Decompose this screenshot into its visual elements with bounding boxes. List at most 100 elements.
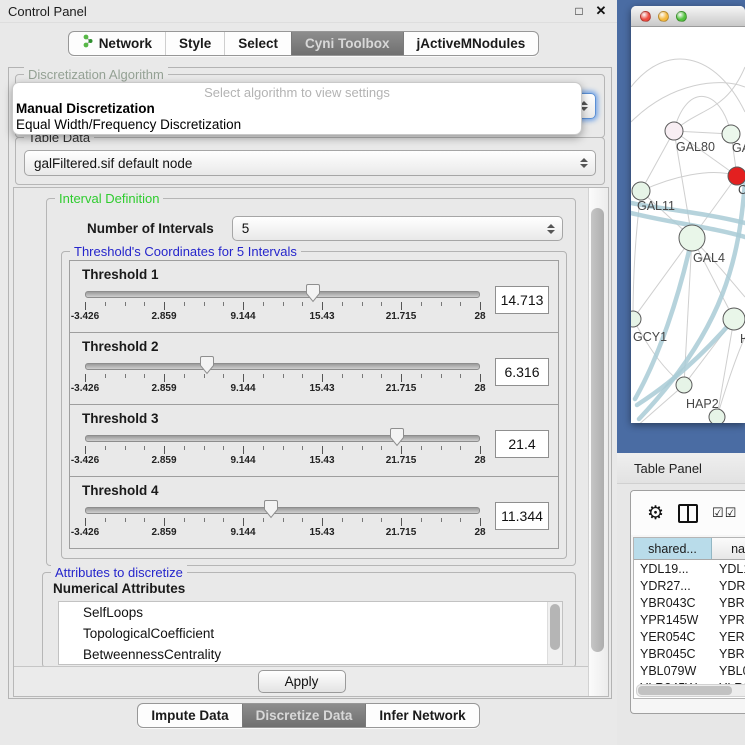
- node-label-c[interactable]: C: [738, 183, 745, 197]
- node-H[interactable]: [723, 308, 745, 330]
- cell-name[interactable]: YBL0: [712, 664, 745, 678]
- dropdown-option-equal-width-frequency-discretization[interactable]: Equal Width/Frequency Discretization: [13, 117, 581, 133]
- cell-shared-name[interactable]: YBL079W: [634, 664, 712, 678]
- settings-scrollbar-thumb[interactable]: [591, 208, 604, 652]
- column-layout-icon[interactable]: [678, 504, 698, 523]
- table-row[interactable]: YBR045CYBR0: [634, 645, 745, 662]
- table-data-group: Table Data galFiltered.sif default node: [15, 137, 605, 185]
- threshold-slider[interactable]: -3.4262.8599.14415.4321.71528: [85, 427, 480, 469]
- number-of-intervals-combobox[interactable]: 5: [232, 216, 563, 241]
- table-row[interactable]: YPR145WYPR1: [634, 611, 745, 628]
- node-GAL4[interactable]: [679, 225, 705, 251]
- cell-shared-name[interactable]: YDL19...: [634, 562, 712, 576]
- slider-thumb[interactable]: [389, 427, 405, 450]
- cell-name[interactable]: YBR0: [712, 596, 745, 610]
- tick-major: [322, 302, 323, 310]
- tick-minor: [421, 302, 422, 306]
- cell-shared-name[interactable]: YBR043C: [634, 596, 712, 610]
- node-label-gal4[interactable]: GAL4: [693, 251, 725, 265]
- cell-name[interactable]: YER0: [712, 630, 745, 644]
- slider-thumb[interactable]: [199, 355, 215, 378]
- tick-major: [85, 446, 86, 454]
- attribute-item-selfloops[interactable]: SelfLoops: [59, 602, 562, 623]
- node-GAL11[interactable]: [632, 182, 650, 200]
- table-row[interactable]: YBL079WYBL0: [634, 662, 745, 679]
- node-label-hap2[interactable]: HAP2: [686, 397, 719, 411]
- cell-name[interactable]: YPR1: [712, 613, 745, 627]
- bottom-tab-infer-network[interactable]: Infer Network: [365, 704, 478, 727]
- tick-minor: [302, 518, 303, 522]
- node-table: shared...na YDL19...YDL1YDR27...YDR2YBR0…: [633, 537, 745, 699]
- table-data-combobox[interactable]: galFiltered.sif default node: [24, 150, 596, 176]
- node-GAL80[interactable]: [665, 122, 683, 140]
- dropdown-option-manual-discretization[interactable]: Manual Discretization: [13, 101, 581, 117]
- mac-close-icon[interactable]: [640, 11, 651, 22]
- node-HAP2[interactable]: [676, 377, 692, 393]
- slider-thumb[interactable]: [263, 499, 279, 522]
- bottom-tab-control: Impute DataDiscretize DataInfer Network: [137, 703, 479, 728]
- attribute-item-betweennesscentrality[interactable]: BetweennessCentrality: [59, 644, 562, 665]
- threshold-slider[interactable]: -3.4262.8599.14415.4321.71528: [85, 499, 480, 541]
- tab-style[interactable]: Style: [165, 32, 224, 55]
- threshold-value-field[interactable]: 6.316: [495, 358, 549, 386]
- gear-icon[interactable]: ⚙: [647, 504, 664, 523]
- table-hscrollbar-thumb[interactable]: [638, 686, 732, 695]
- cell-shared-name[interactable]: YBR045C: [634, 647, 712, 661]
- tick-minor: [460, 446, 461, 450]
- cell-shared-name[interactable]: YIL052C: [634, 698, 712, 700]
- interval-definition-group: Interval Definition Number of Intervals …: [46, 198, 576, 566]
- cell-shared-name[interactable]: YPR145W: [634, 613, 712, 627]
- close-icon[interactable]: ✕: [593, 3, 609, 19]
- mac-minimize-icon[interactable]: [658, 11, 669, 22]
- settings-scrollbar[interactable]: [588, 188, 608, 696]
- tab-network[interactable]: Network: [69, 32, 165, 55]
- cell-name[interactable]: YIL0: [712, 698, 745, 700]
- attribute-item-topologicalcoefficient[interactable]: TopologicalCoefficient: [59, 623, 562, 644]
- bottom-tab-impute-data[interactable]: Impute Data: [138, 704, 241, 727]
- tab-cyni-toolbox[interactable]: Cyni Toolbox: [291, 32, 403, 55]
- cell-shared-name[interactable]: YDR27...: [634, 579, 712, 593]
- tick-label: 15.43: [309, 527, 334, 538]
- tab-select[interactable]: Select: [224, 32, 291, 55]
- list-scrollbar[interactable]: [547, 602, 562, 664]
- apply-button[interactable]: Apply: [258, 670, 346, 693]
- network-canvas[interactable]: GAL80 GA C GAL11 GAL4 GCY1 H HAP2: [631, 27, 745, 423]
- column-header-na[interactable]: na: [712, 538, 745, 559]
- node-label-ga[interactable]: GA: [732, 141, 745, 155]
- node-label-gal80[interactable]: GAL80: [676, 140, 715, 154]
- threshold-slider[interactable]: -3.4262.8599.14415.4321.71528: [85, 355, 480, 397]
- checkbox-columns-icon[interactable]: ☑☑: [712, 505, 737, 521]
- table-row[interactable]: YDL19...YDL1: [634, 560, 745, 577]
- node-bottom[interactable]: [709, 409, 725, 423]
- interval-definition-label: Interval Definition: [55, 191, 163, 206]
- bottom-tab-discretize-data[interactable]: Discretize Data: [242, 704, 366, 727]
- node-label-gal11[interactable]: GAL11: [637, 199, 675, 213]
- tick-minor: [302, 302, 303, 306]
- threshold-value-field[interactable]: 14.713: [495, 286, 549, 314]
- cell-name[interactable]: YBR0: [712, 647, 745, 661]
- threshold-slider[interactable]: -3.4262.8599.14415.4321.71528: [85, 283, 480, 325]
- node-GCY1[interactable]: [631, 311, 641, 327]
- threshold-value-field[interactable]: 21.4: [495, 430, 549, 458]
- screen: Control Panel □ ✕ NetworkStyleSelectCyni…: [0, 0, 745, 745]
- cell-shared-name[interactable]: YER054C: [634, 630, 712, 644]
- cell-name[interactable]: YDR2: [712, 579, 745, 593]
- number-of-intervals-value: 5: [242, 221, 250, 236]
- table-row[interactable]: YER054CYER0: [634, 628, 745, 645]
- cell-name[interactable]: YDL1: [712, 562, 745, 576]
- table-hscrollbar[interactable]: [636, 684, 745, 697]
- threshold-value-field[interactable]: 11.344: [495, 502, 549, 530]
- numerical-attributes-list[interactable]: SelfLoopsTopologicalCoefficientBetweenne…: [58, 601, 563, 665]
- slider-thumb[interactable]: [305, 283, 321, 306]
- table-row[interactable]: YBR043CYBR0: [634, 594, 745, 611]
- tick-minor: [460, 302, 461, 306]
- column-header-shared-[interactable]: shared...: [634, 538, 712, 559]
- table-row[interactable]: YDR27...YDR2: [634, 577, 745, 594]
- node-label-h[interactable]: H: [740, 332, 745, 346]
- float-window-icon[interactable]: □: [571, 4, 587, 18]
- mac-zoom-icon[interactable]: [676, 11, 687, 22]
- list-scrollbar-thumb[interactable]: [550, 604, 560, 650]
- tab-jactivemnodules[interactable]: jActiveMNodules: [403, 32, 539, 55]
- node-label-gcy1[interactable]: GCY1: [633, 330, 667, 344]
- tick-minor: [263, 374, 264, 378]
